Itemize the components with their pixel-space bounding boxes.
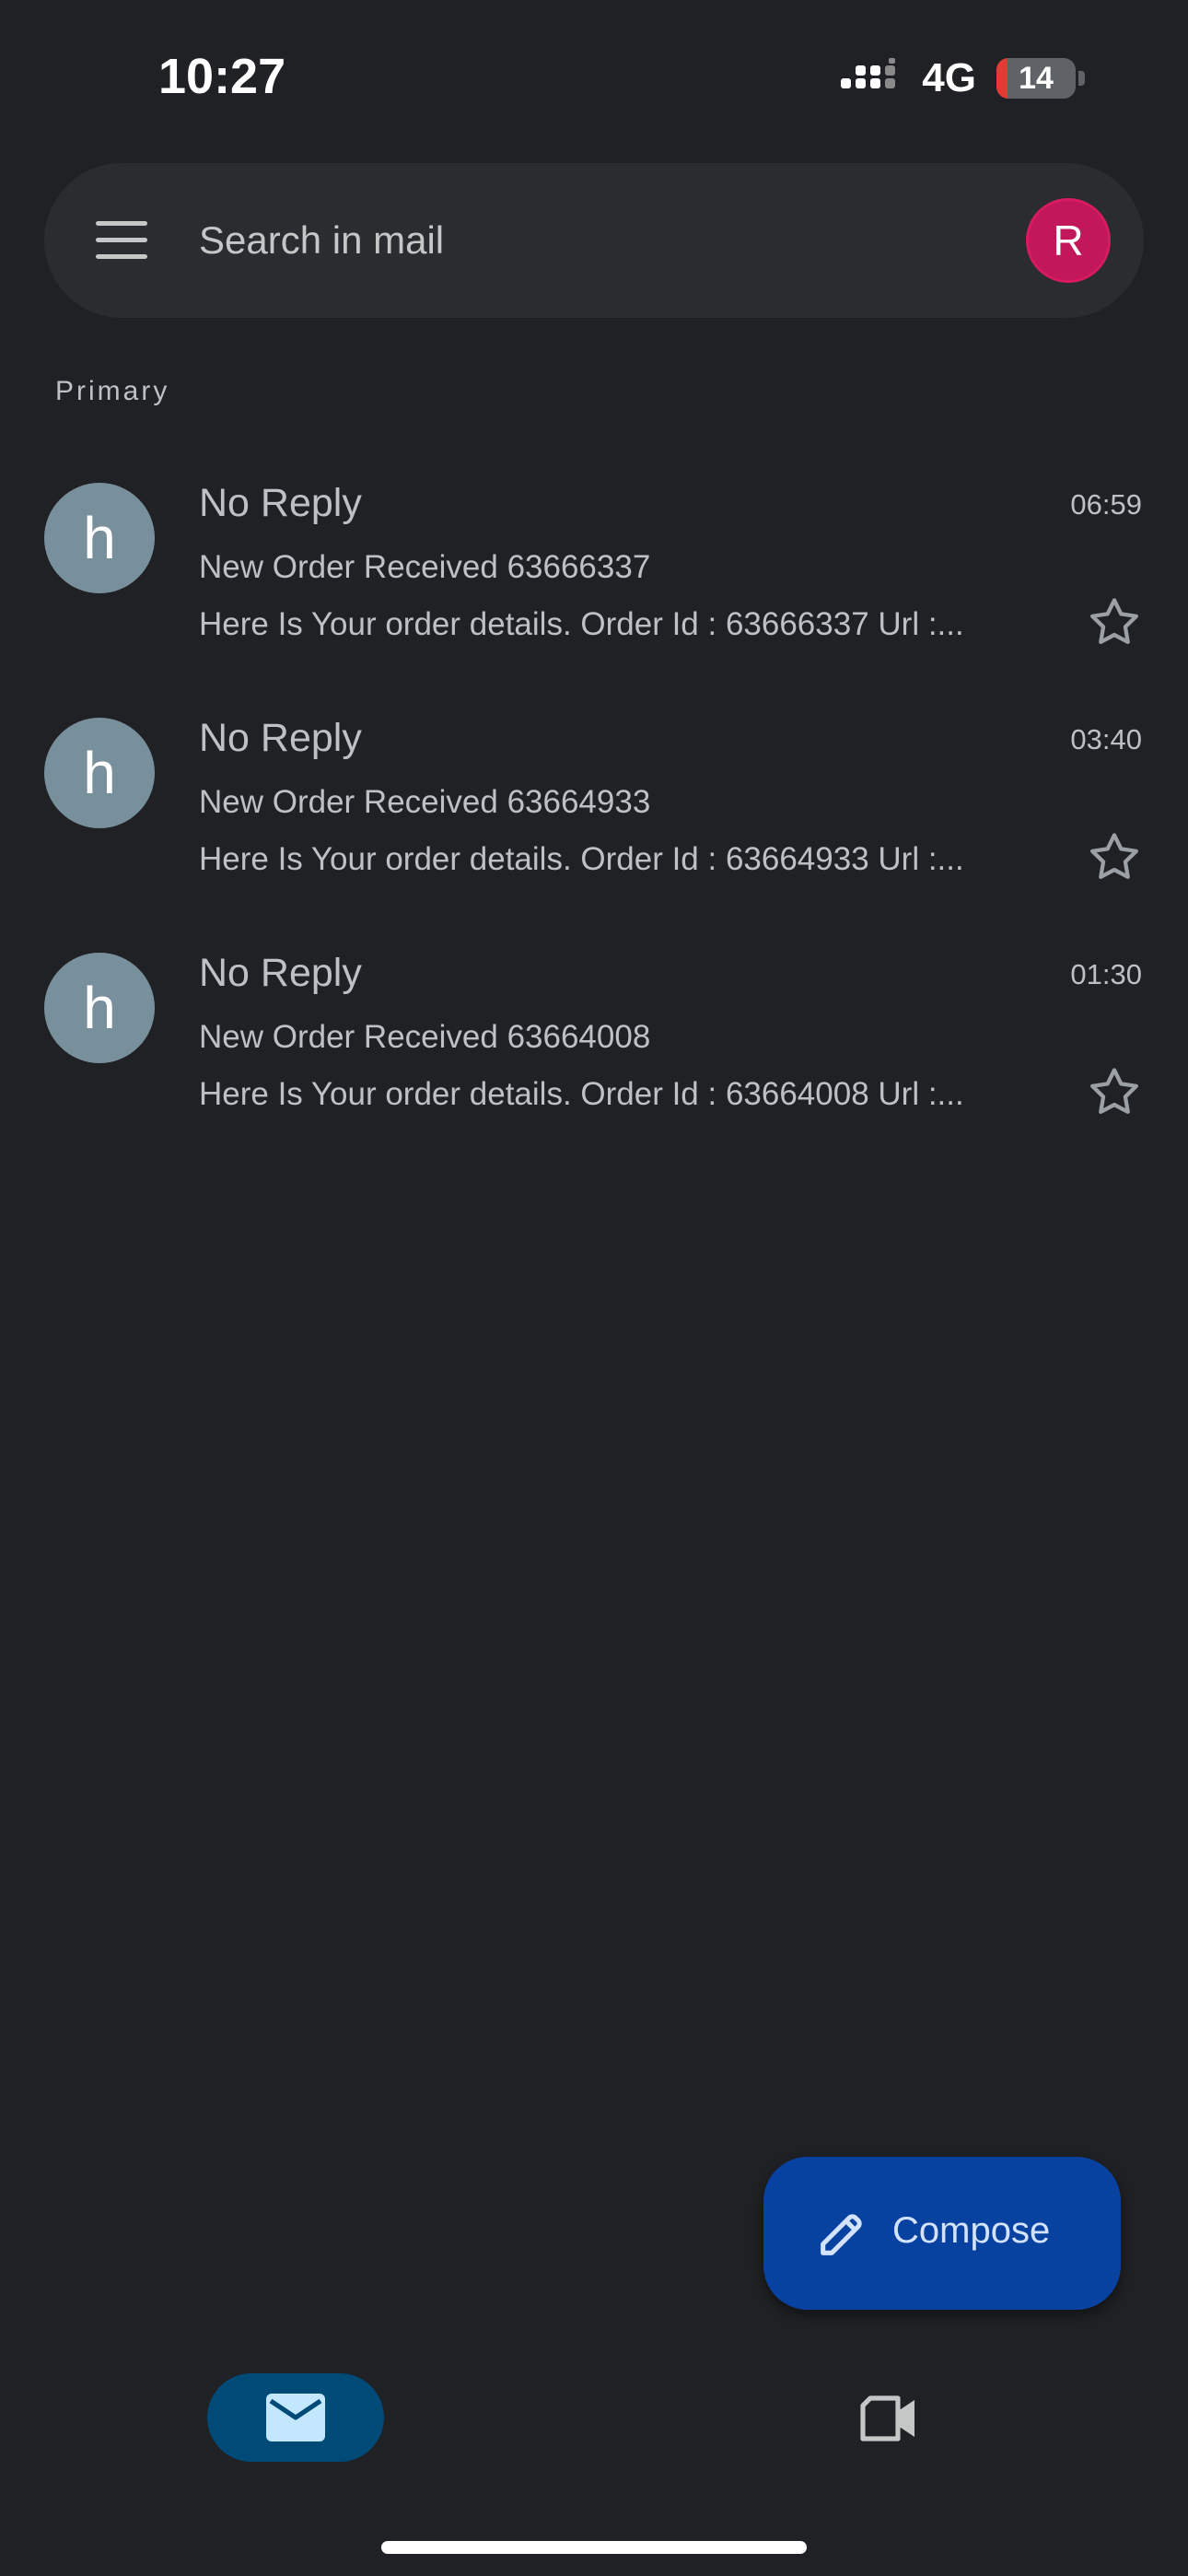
network-type: 4G: [922, 55, 976, 100]
email-time: 06:59: [1070, 488, 1142, 521]
compose-button[interactable]: Compose: [763, 2157, 1121, 2310]
compose-label: Compose: [892, 2210, 1051, 2251]
sender-avatar[interactable]: h: [44, 718, 155, 828]
email-snippet: Here Is Your order details. Order Id : 6…: [199, 1076, 964, 1112]
battery-icon: 14: [996, 58, 1076, 99]
nav-mail-tab[interactable]: [207, 2373, 384, 2462]
section-label-primary: Primary: [55, 376, 170, 406]
email-snippet: Here Is Your order details. Order Id : 6…: [199, 841, 964, 877]
search-bar[interactable]: R: [44, 163, 1144, 318]
status-time: 10:27: [158, 49, 286, 104]
hamburger-menu-icon[interactable]: [96, 217, 147, 263]
email-subject: New Order Received 63664008: [199, 1019, 651, 1055]
star-icon[interactable]: [1085, 1063, 1144, 1122]
email-time: 01:30: [1070, 958, 1142, 990]
star-icon[interactable]: [1085, 828, 1144, 887]
account-avatar[interactable]: R: [1026, 198, 1111, 283]
email-time: 03:40: [1070, 723, 1142, 755]
pencil-icon: [821, 2214, 862, 2255]
home-indicator[interactable]: [381, 2541, 807, 2554]
battery-indicator: 14: [996, 58, 1085, 99]
video-camera-icon: [860, 2395, 914, 2441]
status-bar: 10:27 4G 14: [0, 0, 1188, 157]
star-icon[interactable]: [1085, 593, 1144, 652]
mail-icon: [266, 2394, 325, 2441]
battery-level: 14: [1019, 60, 1054, 96]
email-snippet: Here Is Your order details. Order Id : 6…: [199, 606, 964, 642]
search-input[interactable]: [199, 209, 1028, 272]
email-subject: New Order Received 63666337: [199, 549, 651, 585]
battery-tip: [1078, 71, 1085, 86]
email-sender: No Reply: [199, 716, 362, 760]
email-sender: No Reply: [199, 481, 362, 525]
email-list: h No Reply 06:59 New Order Received 6366…: [0, 453, 1188, 1158]
email-row[interactable]: h No Reply 01:30 New Order Received 6366…: [0, 923, 1188, 1158]
nav-meet-tab[interactable]: [851, 2386, 928, 2451]
gmail-inbox-screen: 10:27 4G 14 Search in mail R Primary h N…: [0, 0, 1188, 2576]
email-row[interactable]: h No Reply 06:59 New Order Received 6366…: [0, 453, 1188, 688]
battery-fill: [996, 58, 1008, 99]
sender-avatar[interactable]: h: [44, 483, 155, 593]
status-indicators: 4G 14: [841, 55, 1085, 101]
email-sender: No Reply: [199, 951, 362, 995]
cellular-signal-icon: [841, 58, 896, 88]
email-row[interactable]: h No Reply 03:40 New Order Received 6366…: [0, 688, 1188, 923]
sender-avatar[interactable]: h: [44, 953, 155, 1063]
email-subject: New Order Received 63664933: [199, 784, 651, 820]
